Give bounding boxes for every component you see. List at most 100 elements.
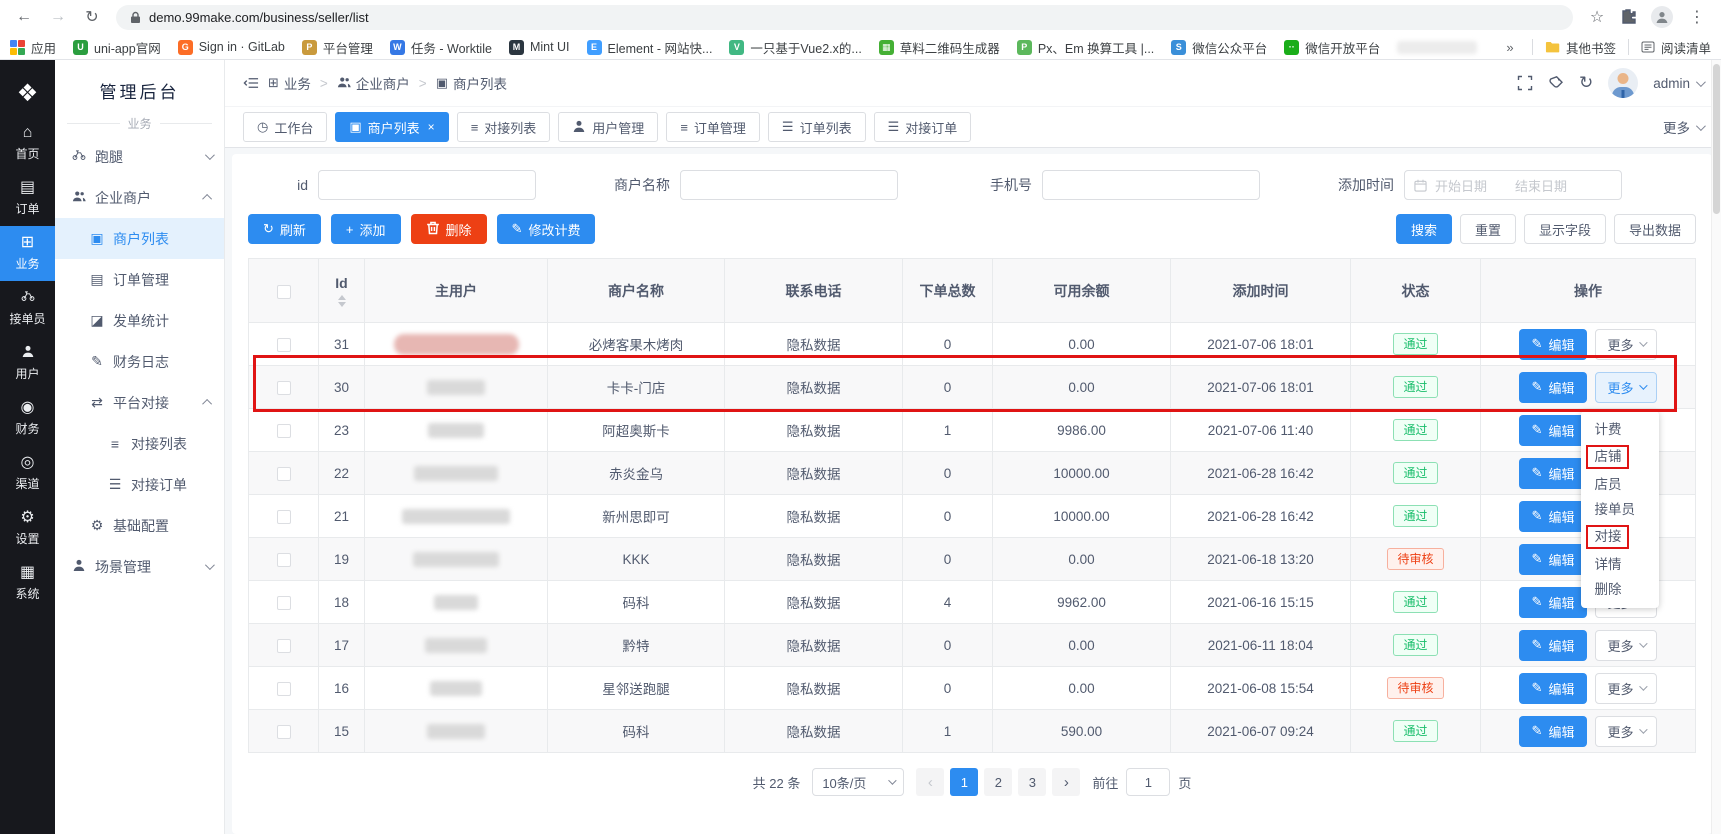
row-edit-button[interactable]: ✎编辑	[1519, 673, 1588, 704]
page-scrollbar[interactable]	[1711, 60, 1721, 834]
sort-asc-icon[interactable]	[338, 295, 346, 300]
user-menu[interactable]: admin	[1653, 76, 1703, 91]
other-bookmarks-button[interactable]: 其他书签	[1545, 38, 1616, 57]
menu-item-店员[interactable]: 店员	[1581, 472, 1659, 497]
sort-desc-icon[interactable]	[338, 302, 346, 307]
rail-item-首页[interactable]: ⌂首页	[0, 116, 55, 171]
filter-phone-input[interactable]	[1042, 170, 1260, 200]
row-edit-button[interactable]: ✎编辑	[1519, 415, 1588, 446]
bookmarks-overflow-icon[interactable]: »	[1500, 40, 1520, 55]
修改计费-button[interactable]: ✎修改计费	[497, 214, 596, 244]
bookmark-item[interactable]: W任务 - Worktile	[390, 38, 492, 57]
row-edit-button[interactable]: ✎编辑	[1519, 329, 1588, 360]
rail-item-业务[interactable]: ⊞业务	[0, 226, 55, 281]
tab-订单管理[interactable]: ≡订单管理	[666, 112, 760, 142]
rail-item-系统[interactable]: ▦系统	[0, 556, 55, 611]
rail-item-接单员[interactable]: 接单员	[0, 281, 55, 336]
tab-商户列表[interactable]: ▣商户列表×	[335, 112, 448, 142]
bookmark-item[interactable]: Uuni-app官网	[73, 38, 161, 57]
date-range-picker[interactable]: 开始日期 结束日期	[1404, 170, 1622, 200]
sidebar-collapse-icon[interactable]	[243, 75, 259, 91]
menu-item-对接[interactable]: 对接	[1581, 522, 1659, 552]
id-sort-header[interactable]: Id	[319, 275, 364, 307]
bookmark-item[interactable]: S微信公众平台	[1171, 38, 1267, 57]
显示字段-button[interactable]: 显示字段	[1524, 214, 1606, 244]
tab-订单列表[interactable]: ☰订单列表	[768, 112, 866, 142]
bookmark-item[interactable]: 应用	[10, 38, 56, 57]
添加-button[interactable]: +添加	[331, 214, 401, 244]
user-avatar[interactable]	[1608, 68, 1638, 98]
sidebar-item-财务日志[interactable]: ✎财务日志	[55, 341, 224, 382]
bookmark-item[interactable]: V一只基于Vue2.x的...	[729, 38, 861, 57]
menu-item-详情[interactable]: 详情	[1581, 552, 1659, 577]
browser-forward-icon[interactable]: →	[48, 8, 68, 26]
sidebar-item-对接订单[interactable]: ☰对接订单	[55, 464, 224, 505]
删除-button[interactable]: 删除	[411, 214, 487, 244]
refresh-page-icon[interactable]: ↻	[1579, 73, 1593, 93]
sidebar-item-商户列表[interactable]: ▣商户列表	[55, 218, 224, 259]
sidebar-item-企业商户[interactable]: 企业商户	[55, 177, 224, 218]
page-button-3[interactable]: 3	[1018, 768, 1046, 796]
tabs-more-button[interactable]: 更多	[1663, 117, 1703, 137]
tab-对接列表[interactable]: ≡对接列表	[457, 112, 551, 142]
rail-item-用户[interactable]: 用户	[0, 336, 55, 391]
next-page-button[interactable]: ›	[1052, 768, 1080, 796]
sidebar-item-场景管理[interactable]: 场景管理	[55, 546, 224, 587]
menu-item-接单员[interactable]: 接单员	[1581, 497, 1659, 522]
sidebar-item-跑腿[interactable]: 跑腿	[55, 136, 224, 177]
搜索-button[interactable]: 搜索	[1396, 214, 1452, 244]
page-size-select[interactable]: 10条/页	[812, 768, 904, 796]
sidebar-item-对接列表[interactable]: ≡对接列表	[55, 423, 224, 464]
row-checkbox[interactable]	[277, 682, 291, 696]
sort-icons[interactable]	[338, 295, 346, 307]
rail-item-订单[interactable]: ▤订单	[0, 171, 55, 226]
row-more-button[interactable]: 更多	[1595, 630, 1657, 661]
刷新-button[interactable]: ↻刷新	[248, 214, 321, 244]
row-checkbox[interactable]	[277, 381, 291, 395]
row-checkbox[interactable]	[277, 510, 291, 524]
theme-skin-icon[interactable]	[1548, 75, 1564, 91]
app-logo[interactable]: ❖	[17, 70, 39, 116]
tab-对接订单[interactable]: ☰对接订单	[874, 112, 972, 142]
row-checkbox[interactable]	[277, 725, 291, 739]
row-more-button[interactable]: 更多	[1595, 329, 1657, 360]
bookmark-item[interactable]: ▦草料二维码生成器	[879, 38, 1000, 57]
重置-button[interactable]: 重置	[1460, 214, 1516, 244]
row-edit-button[interactable]: ✎编辑	[1519, 458, 1588, 489]
reading-list-button[interactable]: 阅读清单	[1641, 38, 1711, 57]
browser-profile-avatar[interactable]	[1651, 6, 1673, 28]
menu-item-计费[interactable]: 计费	[1581, 417, 1659, 442]
breadcrumb-商户列表[interactable]: ▣商户列表	[436, 73, 507, 93]
row-edit-button[interactable]: ✎编辑	[1519, 544, 1588, 575]
sidebar-item-平台对接[interactable]: ⇄平台对接	[55, 382, 224, 423]
extensions-puzzle-icon[interactable]	[1621, 9, 1637, 25]
filter-id-input[interactable]	[318, 170, 536, 200]
scrollbar-thumb[interactable]	[1713, 64, 1720, 214]
row-more-button[interactable]: 更多	[1595, 372, 1657, 403]
row-edit-button[interactable]: ✎编辑	[1519, 372, 1588, 403]
bookmark-star-icon[interactable]: ☆	[1587, 7, 1607, 27]
sidebar-item-发单统计[interactable]: ◪发单统计	[55, 300, 224, 341]
row-edit-button[interactable]: ✎编辑	[1519, 630, 1588, 661]
prev-page-button[interactable]: ‹	[916, 768, 944, 796]
fullscreen-icon[interactable]	[1517, 75, 1533, 91]
bookmark-item[interactable]: P平台管理	[302, 38, 373, 57]
select-all-checkbox[interactable]	[277, 285, 291, 299]
row-edit-button[interactable]: ✎编辑	[1519, 716, 1588, 747]
row-checkbox[interactable]	[277, 596, 291, 610]
row-more-button[interactable]: 更多	[1595, 673, 1657, 704]
browser-back-icon[interactable]: ←	[14, 8, 34, 26]
tab-工作台[interactable]: ◷工作台	[243, 112, 327, 142]
breadcrumb-企业商户[interactable]: 企业商户	[337, 73, 410, 93]
menu-item-店铺[interactable]: 店铺	[1581, 442, 1659, 472]
goto-page-input[interactable]	[1126, 768, 1170, 796]
rail-item-财务[interactable]: ◉财务	[0, 391, 55, 446]
close-icon[interactable]: ×	[428, 120, 435, 134]
breadcrumb-业务[interactable]: ⊞业务	[268, 73, 311, 93]
filter-merchant-input[interactable]	[680, 170, 898, 200]
bookmark-item[interactable]: ··微信开放平台	[1284, 38, 1380, 57]
menu-item-删除[interactable]: 删除	[1581, 577, 1659, 602]
row-checkbox[interactable]	[277, 639, 291, 653]
browser-menu-icon[interactable]: ⋮	[1687, 7, 1707, 27]
sidebar-item-订单管理[interactable]: ▤订单管理	[55, 259, 224, 300]
